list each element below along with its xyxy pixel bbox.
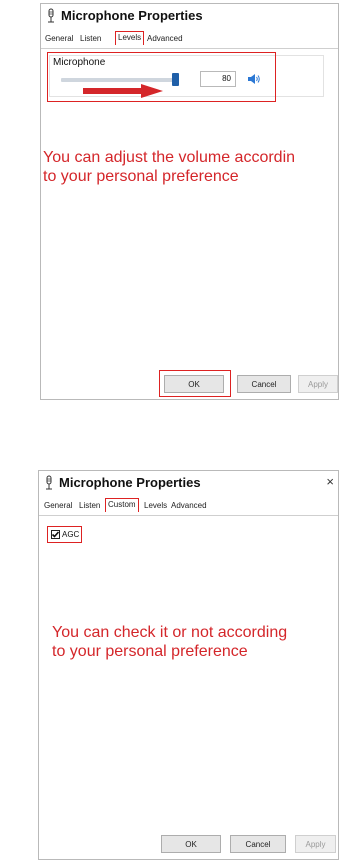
dialog-title: Microphone Properties [59, 475, 201, 490]
title-bar: Microphone Properties [41, 4, 338, 28]
volume-slider-track[interactable] [61, 78, 179, 82]
tab-listen[interactable]: Listen [79, 501, 100, 510]
ok-button[interactable]: OK [164, 375, 224, 393]
tab-custom[interactable]: Custom [105, 498, 139, 512]
dialog-title: Microphone Properties [61, 8, 203, 23]
annotation-arrow-right [83, 84, 163, 98]
tab-general[interactable]: General [45, 34, 73, 43]
microphone-icon [48, 8, 54, 23]
check-icon [51, 531, 60, 538]
tab-levels[interactable]: Levels [144, 501, 167, 510]
microphone-icon [46, 475, 52, 490]
title-bar: Microphone Properties × [39, 471, 338, 495]
tab-strip: General Listen Levels Advanced [41, 31, 338, 49]
cancel-button[interactable]: Cancel [230, 835, 286, 853]
annotation-text-line1: You can adjust the volume accordin [43, 149, 296, 166]
cancel-button[interactable]: Cancel [237, 375, 291, 393]
tab-levels[interactable]: Levels [115, 31, 145, 45]
annotation-text-line2: to your personal preference [43, 168, 239, 185]
ok-button[interactable]: OK [161, 835, 221, 853]
microphone-properties-dialog-levels: Microphone Properties General Listen Lev… [40, 3, 339, 400]
microphone-properties-dialog-custom: Microphone Properties × General Listen C… [38, 470, 339, 860]
agc-label: AGC [62, 530, 80, 539]
dialog-footer: OK Cancel Apply [39, 829, 338, 859]
agc-checkbox[interactable] [51, 530, 60, 539]
tab-general[interactable]: General [44, 501, 72, 510]
tab-listen[interactable]: Listen [80, 34, 101, 43]
group-label-microphone: Microphone [53, 57, 106, 68]
apply-button[interactable]: Apply [298, 375, 338, 393]
annotation-text-line2: to your personal preference [52, 643, 248, 660]
volume-value-box[interactable]: 80 [200, 71, 236, 87]
speaker-icon[interactable] [248, 74, 260, 84]
apply-button[interactable]: Apply [295, 835, 336, 853]
volume-slider-thumb[interactable] [172, 73, 179, 86]
tab-strip: General Listen Custom Levels Advanced [39, 498, 338, 516]
close-icon[interactable]: × [326, 474, 334, 489]
annotation-text-line1: You can check it or not according [52, 624, 288, 641]
dialog-footer: OK Cancel Apply [41, 369, 338, 399]
tab-advanced[interactable]: Advanced [171, 501, 207, 510]
tab-advanced[interactable]: Advanced [147, 34, 183, 43]
